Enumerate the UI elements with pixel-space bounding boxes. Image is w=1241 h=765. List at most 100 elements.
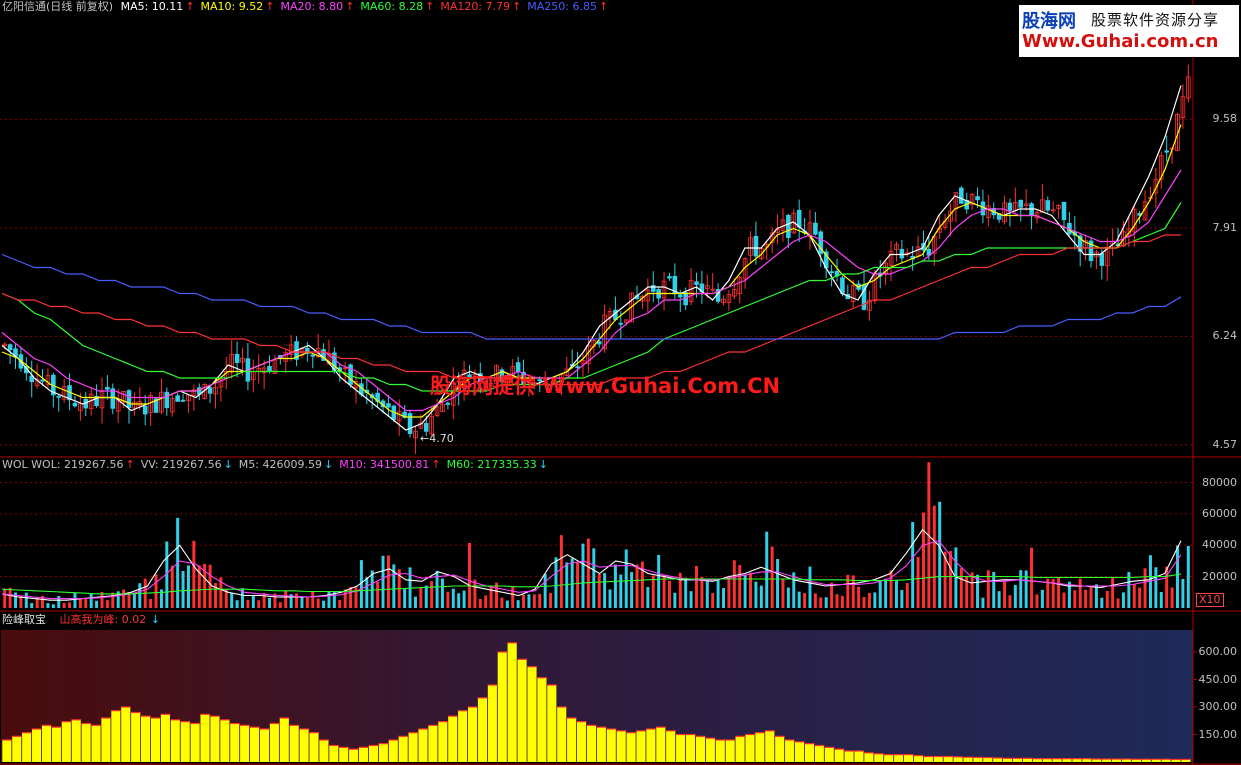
indicator-bar	[913, 755, 923, 762]
indicator-bar	[91, 725, 101, 762]
indicator-bar	[824, 747, 834, 762]
indicator-bar	[676, 734, 686, 762]
indicator-bar	[834, 749, 844, 762]
indicator-line-label: 山高我为峰: 0.02	[59, 613, 147, 626]
indicator-bar	[685, 734, 696, 762]
indicator-bar	[41, 725, 52, 762]
vol-item-arrow: ↑	[431, 458, 441, 471]
candle-body	[618, 322, 624, 325]
candle-body	[110, 388, 116, 409]
indicator-bar	[131, 712, 141, 762]
indicator-bar	[666, 730, 676, 762]
vol-item-arrow: ↓	[323, 458, 334, 471]
ma-item-label: MA120: 7.79	[440, 0, 511, 13]
indicator-bar	[250, 727, 260, 762]
ma-item-arrow: ↑	[185, 0, 195, 13]
candle-body	[1061, 201, 1067, 221]
guhai-watermark: 股海网 股票软件资源分享 Www.Guhai.com.cn	[1019, 5, 1239, 57]
indicator-bar	[22, 732, 32, 762]
indicator-bar	[32, 729, 42, 762]
ma-item-label: MA10: 9.52	[200, 0, 264, 13]
indicator-name: 险峰取宝	[2, 613, 46, 626]
indicator-bar	[695, 736, 705, 762]
indicator-bar	[408, 732, 418, 762]
ma-item-arrow: ↑	[265, 0, 275, 13]
indicator-bar	[745, 734, 755, 762]
candle-body	[796, 209, 802, 228]
candle-body	[667, 276, 672, 279]
price-ma-line-ma120	[1, 234, 1181, 386]
vol-item-arrow: ↑	[125, 458, 135, 471]
y-tick-label: 9.58	[1212, 112, 1238, 126]
indicator-bar	[933, 756, 943, 762]
y-tick-label: 150.00	[1198, 727, 1238, 741]
candle-body	[677, 294, 683, 298]
candle-body	[126, 390, 132, 408]
indicator-bar	[12, 736, 22, 762]
indicator-bar	[339, 747, 349, 762]
indicator-bar	[656, 727, 666, 762]
y-tick-label: 300.00	[1198, 700, 1238, 713]
vol-item-label: M10: 341500.81	[339, 458, 430, 471]
indicator-bar	[81, 723, 91, 762]
center-watermark: 股海网提供 Www.Guhai.Com.CN	[430, 374, 781, 398]
candle-body	[72, 402, 78, 407]
indicator-bar	[121, 707, 131, 762]
y-tick-label: 4.57	[1212, 437, 1238, 451]
y-tick-label: 60000	[1202, 506, 1237, 520]
indicator-bar	[775, 736, 785, 762]
indicator-bar	[398, 736, 408, 762]
indicator-bar	[428, 725, 438, 762]
indicator-bar	[547, 685, 557, 762]
indicator-bar	[794, 741, 805, 762]
indicator-bar	[765, 730, 775, 762]
candle-body	[1018, 199, 1024, 208]
price-header: 亿阳信通(日线 前复权) MA5: 10.11 ↑ MA10: 9.52 ↑ MA20:…	[2, 0, 620, 14]
indicator-bar	[329, 745, 339, 762]
watermark-tagline: 股票软件资源分享	[1091, 11, 1220, 29]
indicator-bar	[240, 725, 250, 762]
indicator-bar	[388, 740, 398, 762]
volume-header: WOL WOL: 219267.56 ↑ VV: 219267.56 ↓ M5: 426…	[2, 458, 560, 472]
y-tick-label: 6.24	[1212, 329, 1238, 343]
candle-body	[164, 391, 170, 409]
indicator-bar	[963, 757, 973, 762]
candle-body	[829, 271, 834, 274]
candle-body	[813, 222, 818, 235]
candle-body	[899, 248, 905, 259]
indicator-bar	[755, 732, 765, 762]
vol-item-label: M5: 426009.59	[238, 458, 322, 471]
indicator-bar	[527, 666, 537, 762]
indicator-bar	[368, 745, 379, 762]
indicator-bar	[636, 730, 646, 762]
candle-body	[753, 235, 759, 257]
indicator-bar	[953, 756, 963, 762]
candle-body	[310, 354, 316, 357]
candle-body	[1099, 253, 1105, 266]
candle-body	[959, 187, 964, 204]
indicator-bar	[705, 738, 715, 762]
indicator-bar	[378, 743, 388, 762]
indicator-bar	[309, 732, 319, 762]
vol-item-label: M60: 217335.33	[446, 458, 537, 471]
indicator-bar	[359, 747, 369, 762]
ma-item-arrow: ↑	[425, 0, 435, 13]
ma-item-arrow: ↑	[345, 0, 355, 13]
indicator-bar	[973, 757, 983, 762]
candle-body	[840, 277, 845, 294]
candle-body	[56, 395, 62, 398]
indicator-bar	[101, 718, 111, 762]
indicator-bar	[289, 725, 299, 762]
indicator-bar	[576, 721, 587, 762]
candle-body	[234, 353, 240, 363]
candle-body	[1045, 200, 1051, 211]
candle-body	[445, 402, 451, 405]
indicator-arrow: ↓	[150, 613, 160, 626]
indicator-bar	[448, 716, 458, 762]
candle-body	[105, 386, 110, 390]
indicator-bar	[190, 723, 200, 762]
indicator-bar	[923, 756, 933, 762]
indicator-bar	[983, 757, 993, 762]
indicator-header: 险峰取宝 山高我为峰: 0.02 ↓	[2, 613, 166, 627]
ma-item-arrow: ↑	[599, 0, 609, 13]
